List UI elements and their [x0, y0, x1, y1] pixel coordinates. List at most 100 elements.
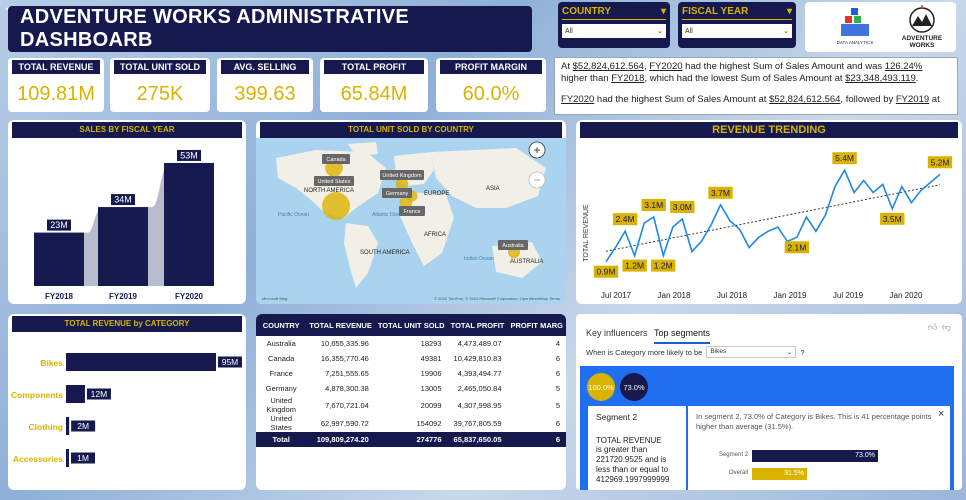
- map-label-germany: Germany: [386, 191, 409, 197]
- rev-data-label: 3.1M: [644, 200, 663, 210]
- category-data-label: 95M: [222, 357, 239, 367]
- kpi-profit-margin: PROFIT MARGIN 60.0%: [436, 58, 546, 112]
- table-row: United States 62,997,590.72 154092 39,767,8…: [270, 414, 560, 432]
- col-total-profit[interactable]: TOTAL PROFIT: [447, 314, 508, 336]
- chevron-down-icon: ⌄: [783, 28, 789, 35]
- tab-key-influencers[interactable]: Key influencers: [586, 323, 648, 341]
- fy-tick-label: FY2019: [109, 292, 138, 301]
- segment-detail: Segment 2 TOTAL REVENUE is greater than …: [588, 406, 686, 490]
- table-row: Australia 10,655,335.96 18293 4,473,489.07 4: [266, 339, 560, 348]
- rev-x-tick: Jan 2020: [890, 291, 923, 300]
- category-label: Clothing: [29, 422, 63, 432]
- adventure-works-logo: ADVENTURE WORKS: [902, 5, 943, 49]
- country-table-card: COUNTRY TOTAL REVENUE TOTAL UNIT SOLD TO…: [256, 314, 566, 490]
- region-africa: AFRICA: [424, 232, 446, 238]
- col-total-unit-sold[interactable]: TOTAL UNIT SOLD: [374, 314, 448, 336]
- region-europe: EUROPE: [424, 191, 449, 197]
- map-label-uk: United Kingdom: [382, 173, 422, 179]
- thumbs-up-icon[interactable]: 👍︎: [928, 322, 937, 333]
- segment-bubble-1[interactable]: 100.0%: [587, 373, 615, 401]
- revenue-trend-chart: TOTAL REVENUE 0.9M 2.4M 1.2M 3.1M 1.2M 3.0M 3.7…: [583, 152, 953, 300]
- map-brand: Microsoft Bing: [262, 296, 287, 301]
- world-map[interactable]: Canada United States United Kingdom Germ…: [256, 138, 566, 304]
- kpi-total-unit-sold: TOTAL UNIT SOLD 275K: [110, 58, 210, 112]
- rev-x-tick: Jan 2018: [658, 291, 691, 300]
- page-title: ADVENTURE WORKS ADMINISTRATIVE DASHBOARB: [8, 6, 532, 52]
- kpi-total-profit: TOTAL PROFIT 65.84M: [320, 58, 428, 112]
- ocean-pacific: Pacific Ocean: [278, 212, 309, 218]
- narrative-paragraph-2: FY2020 had the highest Sum of Sales Amou…: [561, 94, 940, 105]
- col-total-revenue[interactable]: TOTAL REVENUE: [306, 314, 375, 336]
- chevron-down-icon: ⌄: [657, 28, 663, 35]
- data-analytics-logo: DATA ANALYTICS: [837, 8, 873, 45]
- sales-by-fiscal-year-card: SALES BY FISCAL YEAR 23M FY2018 34M FY2019 5…: [8, 120, 246, 304]
- category-label: Bikes: [40, 358, 63, 368]
- fy-bar: [98, 207, 148, 286]
- logos-svg: DATA ANALYTICS ADVENTURE WORKS: [837, 5, 943, 49]
- category-bar: [66, 449, 69, 467]
- rev-x-tick: Jul 2017: [601, 291, 632, 300]
- col-country[interactable]: COUNTRY: [256, 314, 307, 336]
- category-value-dropdown[interactable]: Bikes ⌄: [706, 346, 797, 358]
- category-bar: [66, 385, 85, 403]
- fiscal-year-slicer[interactable]: FISCAL YEAR ▾ All ⌄: [678, 2, 796, 48]
- rev-data-label: 2.1M: [787, 242, 806, 252]
- rev-data-label: 1.2M: [654, 261, 673, 271]
- table-header-row: COUNTRY TOTAL REVENUE TOTAL UNIT SOLD TO…: [256, 314, 566, 336]
- rev-data-label: 3.7M: [711, 188, 730, 198]
- svg-text:WORKS: WORKS: [910, 42, 936, 49]
- category-card: TOTAL REVENUE by CATEGORY Bikes 95M Compon…: [8, 314, 246, 490]
- rev-data-label: 0.9M: [597, 267, 616, 277]
- ocean-atlantic: Atlantic Ocean: [372, 212, 405, 218]
- close-icon[interactable]: ×: [938, 408, 944, 420]
- segment-bubble-2[interactable]: 73.0%: [620, 373, 648, 401]
- rev-data-label: 3.0M: [673, 202, 692, 212]
- map-label-us: United States: [317, 179, 350, 185]
- thumbs-down-icon[interactable]: 👎︎: [942, 322, 951, 333]
- kpi-avg-selling-price: AVG. SELLING PRICE 399.63: [217, 58, 313, 112]
- rev-x-tick: Jul 2018: [717, 291, 748, 300]
- category-chart: Bikes 95M Components 12M Clothing 2M Accessori…: [11, 353, 242, 467]
- map-label-france: France: [403, 209, 420, 215]
- rev-data-label: 5.4M: [835, 153, 854, 163]
- region-asia: ASIA: [486, 186, 500, 192]
- smart-narrative: At $52,824,612.564, FY2020 had the highe…: [554, 57, 958, 115]
- segments-panel: 100.0% 73.0% Segment 2 TOTAL REVENUE is …: [580, 366, 954, 490]
- category-data-label: 1M: [77, 453, 89, 463]
- segment-explanation: In segment 2, 73.0% of Category is Bikes…: [688, 406, 950, 490]
- rev-data-label: 5.2M: [931, 157, 950, 167]
- overall-bar: 31.5%: [752, 468, 807, 480]
- map-credit: © 2024 TomTom, © 2024 Microsoft Corporat…: [434, 296, 560, 301]
- influencer-question: When is Category more likely to be Bikes…: [586, 346, 805, 358]
- chevron-down-icon: ▾: [786, 6, 792, 17]
- category-label: Components: [11, 390, 63, 400]
- category-data-label: 12M: [91, 389, 108, 399]
- revenue-trending-card: REVENUE TRENDING TOTAL REVENUE 0.9M 2.4M 1.…: [576, 120, 962, 304]
- kpi-total-revenue: TOTAL REVENUE 109.81M: [8, 58, 104, 112]
- rev-x-tick: Jan 2019: [774, 291, 807, 300]
- fy-data-label: 34M: [114, 195, 132, 205]
- fy-tick-label: FY2020: [175, 292, 204, 301]
- sales-fy-chart: 23M FY2018 34M FY2019 53M FY2020: [34, 149, 214, 301]
- map-bubble-united-states[interactable]: [322, 192, 350, 220]
- rev-data-label: 2.4M: [616, 214, 635, 224]
- fiscal-year-dropdown[interactable]: All ⌄: [682, 24, 792, 38]
- country-slicer[interactable]: COUNTRY ▾ All ⌄: [558, 2, 670, 48]
- country-table: COUNTRY TOTAL REVENUE TOTAL UNIT SOLD TO…: [256, 314, 566, 447]
- region-south-america: SOUTH AMERICA: [360, 250, 410, 256]
- category-bar: [66, 353, 216, 371]
- fy-bar: [34, 232, 84, 286]
- country-dropdown[interactable]: All ⌄: [562, 24, 666, 38]
- rev-data-label: 1.2M: [625, 261, 644, 271]
- table-row: France 7,251,555.65 19906 4,393,494.77 6: [269, 369, 561, 378]
- svg-text:ADVENTURE: ADVENTURE: [902, 35, 943, 42]
- category-bar: [66, 417, 70, 435]
- tab-top-segments[interactable]: Top segments: [654, 323, 711, 344]
- segment-bar: 73.0%: [752, 450, 878, 462]
- region-north-america: NORTH AMERICA: [304, 188, 354, 194]
- zoom-out-icon: −: [533, 173, 540, 187]
- logos-panel: DATA ANALYTICS ADVENTURE WORKS: [805, 2, 956, 52]
- chevron-down-icon: ⌄: [786, 349, 793, 356]
- rev-x-tick: Jul 2019: [833, 291, 864, 300]
- col-profit-margin[interactable]: PROFIT MARG: [507, 314, 566, 336]
